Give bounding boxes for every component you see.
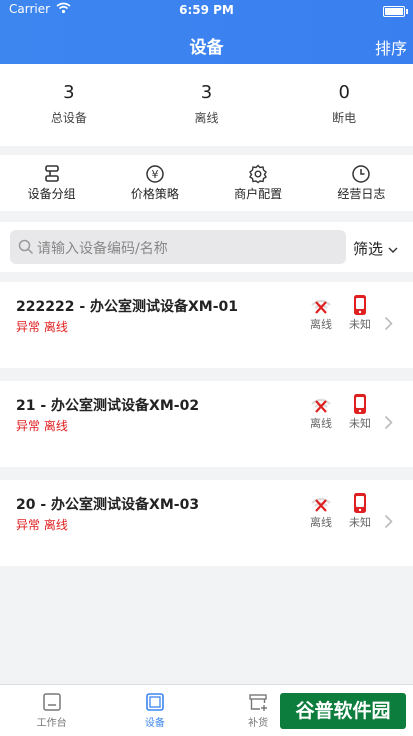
device-group-icon — [44, 165, 59, 182]
tool-label: 价格策略 — [130, 187, 179, 201]
filter-label: 筛选 — [353, 240, 384, 258]
gear-icon — [249, 164, 268, 184]
network-indicator: 离线 — [304, 292, 338, 332]
stats-panel: 3 总设备 3 离线 0 断电 — [0, 64, 413, 146]
stat-offline[interactable]: 3 离线 — [138, 64, 276, 146]
search-icon — [18, 239, 34, 255]
network-label: 离线 — [310, 417, 332, 430]
sort-button[interactable]: 排序 — [375, 35, 407, 59]
tool-price-strategy[interactable]: ¥ 价格策略 — [103, 155, 206, 211]
offline-icon — [311, 299, 331, 314]
clock-time: 6:59 PM — [179, 3, 234, 17]
search-row: 请输入设备编码/名称 筛选 — [0, 222, 413, 272]
power-indicator: 未知 — [343, 391, 377, 431]
device-status: 异常 离线 — [16, 320, 68, 334]
power-label: 未知 — [349, 417, 371, 430]
search-input[interactable]: 请输入设备编码/名称 — [10, 230, 346, 264]
battery-icon — [383, 6, 408, 17]
power-indicator: 未知 — [343, 490, 377, 530]
device-status: 异常 离线 — [16, 518, 68, 532]
chevron-right-icon — [384, 316, 393, 331]
device-card[interactable]: 21 - 办公室测试设备XM-02 异常 离线 离线 未知 — [0, 381, 413, 467]
stat-total[interactable]: 3 总设备 — [0, 64, 138, 146]
tab-workbench[interactable]: 工作台 — [0, 685, 103, 736]
header-bar: Carrier 6:59 PM 设备 排序 — [0, 0, 413, 64]
stat-power-off[interactable]: 0 断电 — [275, 64, 413, 146]
phone-icon — [354, 394, 366, 414]
device-card[interactable]: 20 - 办公室测试设备XM-03 异常 离线 离线 未知 — [0, 480, 413, 566]
stat-value: 0 — [338, 82, 350, 103]
restock-icon — [249, 694, 268, 711]
power-indicator: 未知 — [343, 292, 377, 332]
tab-devices[interactable]: 设备 — [103, 685, 206, 736]
watermark-logo: 谷普软件园 — [280, 693, 406, 729]
chevron-right-icon — [384, 415, 393, 430]
tool-device-group[interactable]: 设备分组 — [0, 155, 103, 211]
stat-label: 离线 — [194, 111, 219, 125]
device-card[interactable]: 222222 - 办公室测试设备XM-01 异常 离线 离线 未知 — [0, 282, 413, 368]
device-name: 20 - 办公室测试设备XM-03 — [16, 497, 200, 513]
tool-label: 商户配置 — [234, 187, 283, 201]
status-bar: Carrier 6:59 PM — [0, 0, 413, 20]
device-status: 异常 离线 — [16, 419, 68, 433]
filter-button[interactable]: 筛选 — [353, 238, 398, 259]
stat-label: 断电 — [332, 111, 357, 125]
workbench-icon — [42, 693, 61, 711]
stat-value: 3 — [63, 82, 75, 103]
device-name: 222222 - 办公室测试设备XM-01 — [16, 299, 239, 315]
page-title: 设备 — [189, 38, 224, 58]
device-name: 21 - 办公室测试设备XM-02 — [16, 398, 200, 414]
yen-circle-icon: ¥ — [146, 165, 164, 183]
tool-merchant-config[interactable]: 商户配置 — [207, 155, 310, 211]
network-label: 离线 — [310, 318, 332, 331]
phone-icon — [354, 493, 366, 513]
tool-label: 设备分组 — [27, 187, 76, 201]
offline-icon — [311, 497, 331, 512]
tab-label: 设备 — [144, 718, 165, 729]
svg-text:¥: ¥ — [151, 168, 158, 181]
stat-label: 总设备 — [50, 111, 87, 125]
offline-icon — [311, 398, 331, 413]
phone-icon — [354, 295, 366, 315]
power-label: 未知 — [349, 318, 371, 331]
network-indicator: 离线 — [304, 391, 338, 431]
power-label: 未知 — [349, 516, 371, 529]
chevron-down-icon — [388, 247, 398, 253]
network-label: 离线 — [310, 516, 332, 529]
clock-icon — [352, 165, 371, 183]
stat-value: 3 — [200, 82, 213, 103]
chevron-right-icon — [384, 514, 393, 529]
tool-bar: 设备分组 ¥ 价格策略 商户配置 经营日志 — [0, 155, 413, 211]
search-placeholder: 请输入设备编码/名称 — [37, 241, 168, 257]
network-indicator: 离线 — [304, 490, 338, 530]
tool-label: 经营日志 — [337, 187, 386, 201]
tab-label: 工作台 — [36, 718, 67, 729]
device-icon — [146, 693, 164, 711]
tool-business-log[interactable]: 经营日志 — [310, 155, 413, 211]
